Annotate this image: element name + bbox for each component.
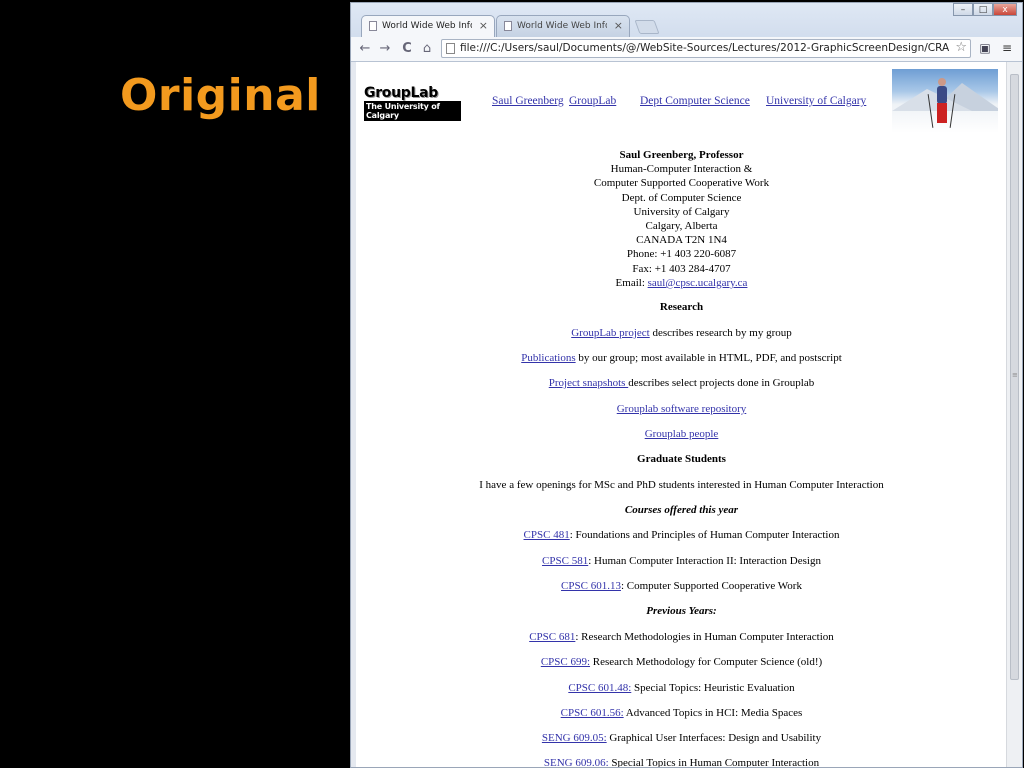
tab-label: World Wide Web Info for S xyxy=(382,21,472,31)
address-bar[interactable]: file:///C:/Users/saul/Documents/@/WebSit… xyxy=(441,39,971,58)
course-text: : Research Methodologies in Human Comput… xyxy=(575,631,834,643)
research-link[interactable]: Grouplab software repository xyxy=(617,403,747,415)
grip-icon: ≡ xyxy=(1012,371,1018,379)
scrollbar-thumb[interactable]: ≡ xyxy=(1010,74,1019,680)
course-text: Special Topics: Heuristic Evaluation xyxy=(631,682,795,694)
course-text: : Foundations and Principles of Human Co… xyxy=(569,529,840,541)
link-saul-greenberg[interactable]: Saul Greenberg xyxy=(492,95,564,107)
course-item: CPSC 601.13: Computer Supported Cooperat… xyxy=(356,580,1007,592)
contact-info: Saul Greenberg, Professor Human-Computer… xyxy=(356,148,1007,290)
menu-icon[interactable]: ≡ xyxy=(999,40,1015,56)
research-item: Grouplab people xyxy=(356,428,1007,440)
bio-line: Human-Computer Interaction & xyxy=(610,163,753,176)
research-link[interactable]: GroupLab project xyxy=(571,327,650,339)
extension-icon[interactable]: ▣ xyxy=(977,40,993,56)
grouplab-logo[interactable]: GroupLab The University of Calgary xyxy=(364,85,461,121)
course-text: Advanced Topics in HCI: Media Spaces xyxy=(623,707,803,719)
course-link[interactable]: CPSC 601.56: xyxy=(561,707,624,719)
course-text: : Human Computer Interaction II: Interac… xyxy=(588,555,821,567)
url-text[interactable]: file:///C:/Users/saul/Documents/@/WebSit… xyxy=(460,42,950,54)
research-item: GroupLab project describes research by m… xyxy=(356,327,1007,339)
home-icon[interactable]: ⌂ xyxy=(419,41,435,56)
previous-course-item: CPSC 601.56: Advanced Topics in HCI: Med… xyxy=(356,707,1007,719)
research-item: Publications by our group; most availabl… xyxy=(356,352,1007,364)
email-link[interactable]: saul@cpsc.ucalgary.ca xyxy=(648,277,748,289)
bio-line: Calgary, Alberta xyxy=(645,220,718,233)
research-text: describes select projects done in Groupl… xyxy=(628,377,815,389)
forward-arrow-icon[interactable]: → xyxy=(377,41,393,56)
close-tab-icon[interactable]: × xyxy=(479,19,488,32)
previous-course-item: CPSC 601.48: Special Topics: Heuristic E… xyxy=(356,682,1007,694)
bio-line: Computer Supported Cooperative Work xyxy=(593,177,770,190)
course-item: CPSC 581: Human Computer Interaction II:… xyxy=(356,555,1007,567)
tab-active[interactable]: World Wide Web Info for S × xyxy=(361,15,495,37)
browser-toolbar: ← → C ⌂ file:///C:/Users/saul/Documents/… xyxy=(351,37,1022,62)
bio-line: Phone: +1 403 220-6087 xyxy=(626,248,737,261)
bio-line: CANADA T2N 1N4 xyxy=(636,234,727,247)
reload-icon[interactable]: C xyxy=(399,41,415,56)
course-link[interactable]: CPSC 601.48: xyxy=(568,682,631,694)
close-window-button[interactable]: x xyxy=(993,3,1017,16)
back-arrow-icon[interactable]: ← xyxy=(357,41,373,56)
research-text: describes research by my group xyxy=(649,327,792,339)
link-university-of-calgary[interactable]: University of Calgary xyxy=(766,95,866,107)
page-icon xyxy=(369,21,377,31)
course-text: : Computer Supported Cooperative Work xyxy=(620,580,802,592)
minimize-button[interactable]: – xyxy=(953,3,973,16)
research-item: Project snapshots describes select proje… xyxy=(356,377,1007,389)
bookmark-star-icon[interactable]: ☆ xyxy=(955,40,967,55)
graduate-text: I have a few openings for MSc and PhD st… xyxy=(479,479,884,491)
window-controls: – □ x xyxy=(953,3,1017,17)
maximize-button[interactable]: □ xyxy=(973,3,993,16)
course-text: Special Topics in Human Computer Interac… xyxy=(608,757,820,768)
course-link[interactable]: SENG 609.06: xyxy=(544,757,609,767)
research-heading: Research xyxy=(659,301,704,313)
course-link[interactable]: CPSC 601.13 xyxy=(561,580,621,592)
browser-window: World Wide Web Info for S × World Wide W… xyxy=(350,2,1023,768)
person-name: Saul Greenberg, Professor xyxy=(619,149,744,161)
slide-title: Original xyxy=(120,70,321,121)
link-grouplab[interactable]: GroupLab xyxy=(569,95,616,107)
graduate-heading: Graduate Students xyxy=(637,453,726,465)
email-label: Email: xyxy=(615,276,648,289)
profile-photo xyxy=(892,69,998,133)
logo-title: GroupLab xyxy=(364,85,438,101)
previous-course-item: CPSC 699: Research Methodology for Compu… xyxy=(356,656,1007,668)
previous-course-item: SENG 609.05: Graphical User Interfaces: … xyxy=(356,732,1007,744)
logo-subtitle: The University of Calgary xyxy=(364,101,461,121)
previous-course-item: CPSC 681: Research Methodologies in Huma… xyxy=(356,631,1007,643)
previous-course-item: SENG 609.06: Special Topics in Human Com… xyxy=(356,757,1007,768)
course-link[interactable]: CPSC 699: xyxy=(541,656,590,668)
course-link[interactable]: SENG 609.05: xyxy=(542,732,607,744)
research-link[interactable]: Grouplab people xyxy=(645,428,719,440)
tab-inactive[interactable]: World Wide Web Info for S × xyxy=(496,15,630,37)
bio-line: University of Calgary xyxy=(633,205,730,218)
course-text: Research Methodology for Computer Scienc… xyxy=(590,656,823,668)
course-item: CPSC 481: Foundations and Principles of … xyxy=(356,529,1007,541)
course-text: Graphical User Interfaces: Design and Us… xyxy=(606,732,822,744)
courses-heading: Courses offered this year xyxy=(624,504,739,516)
page-icon xyxy=(504,21,512,31)
bio-line: Fax: +1 403 284-4707 xyxy=(632,262,731,275)
tab-label: World Wide Web Info for S xyxy=(517,21,607,31)
course-link[interactable]: CPSC 481 xyxy=(524,529,570,541)
research-link[interactable]: Publications xyxy=(521,352,575,364)
vertical-scrollbar[interactable]: ≡ xyxy=(1006,62,1022,767)
web-page: GroupLab The University of Calgary Saul … xyxy=(356,62,1007,768)
research-text: by our group; most available in HTML, PD… xyxy=(575,352,842,364)
course-link[interactable]: CPSC 681 xyxy=(529,631,575,643)
research-item: Grouplab software repository xyxy=(356,403,1007,415)
file-icon xyxy=(446,43,455,54)
new-tab-button[interactable] xyxy=(634,20,660,34)
previous-heading: Previous Years: xyxy=(646,605,717,617)
research-link[interactable]: Project snapshots xyxy=(549,377,628,389)
close-tab-icon[interactable]: × xyxy=(614,19,623,32)
browser-titlebar: World Wide Web Info for S × World Wide W… xyxy=(351,3,1022,62)
email-line: Email: saul@cpsc.ucalgary.ca xyxy=(356,276,1007,290)
link-dept-computer-science[interactable]: Dept Computer Science xyxy=(640,95,750,107)
bio-line: Dept. of Computer Science xyxy=(621,191,742,204)
course-link[interactable]: CPSC 581 xyxy=(542,555,588,567)
